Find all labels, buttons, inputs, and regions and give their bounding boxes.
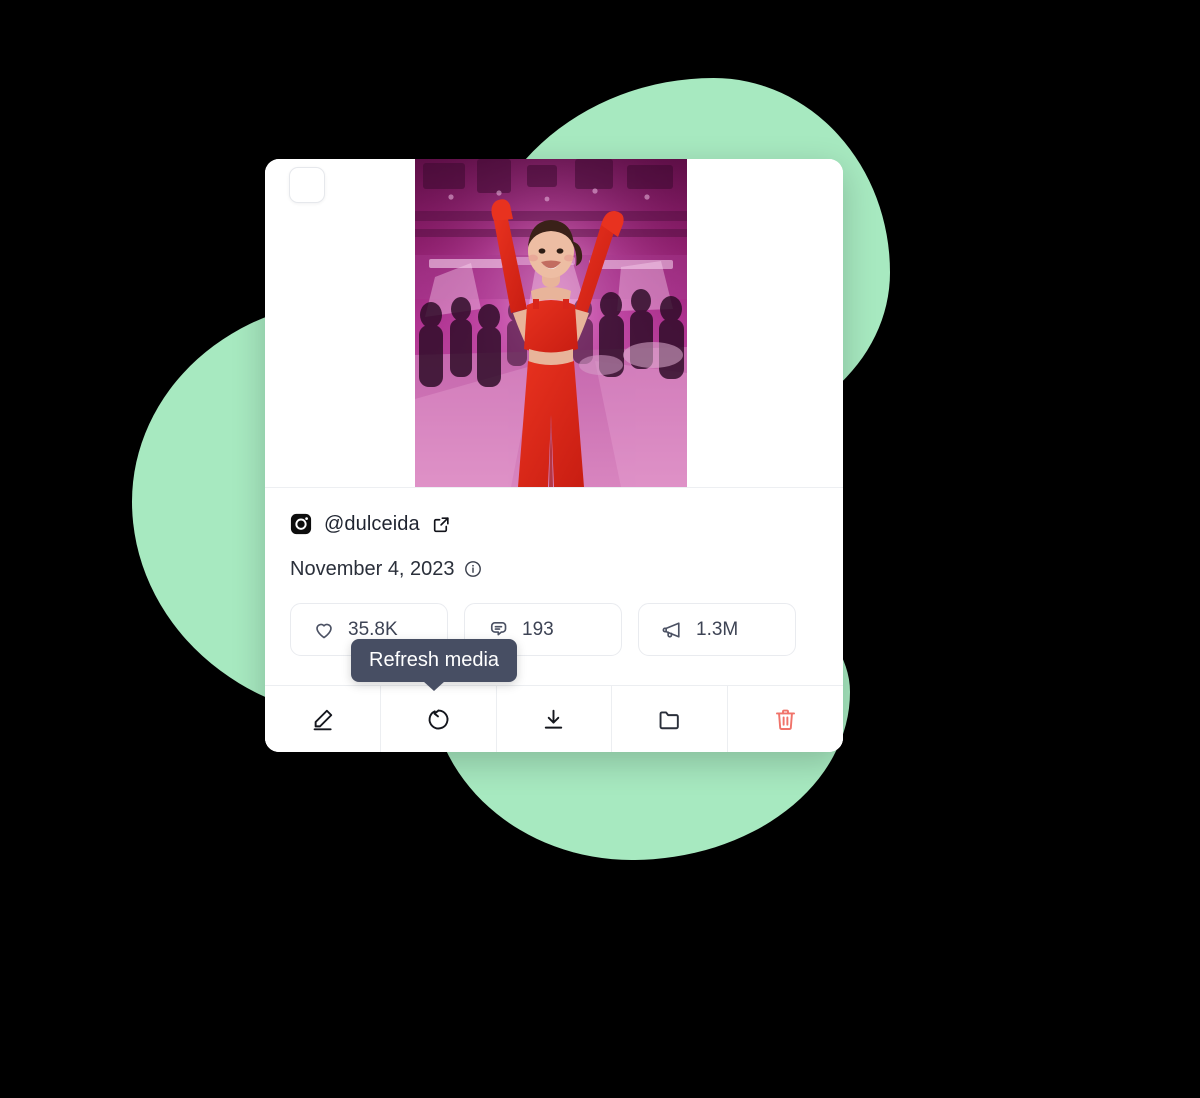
download-icon (545, 709, 563, 729)
select-media-checkbox[interactable] (289, 167, 325, 203)
download-button[interactable] (496, 686, 613, 752)
pencil-icon (313, 709, 333, 730)
delete-button[interactable] (728, 686, 843, 752)
refresh-media-tooltip: Refresh media (351, 639, 518, 682)
post-date: November 4, 2023 (290, 557, 455, 580)
info-circle-icon[interactable] (464, 560, 482, 578)
stat-reach-value: 1.3M (696, 618, 739, 640)
media-preview[interactable] (265, 159, 843, 487)
account-row[interactable]: @dulceida (290, 510, 818, 538)
action-bar (265, 685, 843, 752)
tooltip-text: Refresh media (369, 649, 500, 671)
heart-icon (316, 623, 332, 638)
folder-button[interactable] (612, 686, 729, 752)
stat-likes-value: 35.8K (348, 618, 398, 640)
edit-button[interactable] (265, 686, 381, 752)
refresh-media-button[interactable] (380, 686, 497, 752)
megaphone-icon (662, 621, 680, 638)
refresh-icon (428, 709, 449, 729)
stat-comments-value: 193 (522, 618, 554, 640)
comment-icon (490, 621, 507, 635)
instagram-icon (290, 513, 312, 535)
trash-icon (776, 709, 796, 730)
date-row: November 4, 2023 (290, 556, 818, 582)
account-handle: @dulceida (324, 512, 420, 535)
stat-reach: 1.3M (638, 603, 796, 656)
external-link-icon[interactable] (432, 515, 451, 534)
media-thumbnail-image[interactable] (415, 159, 687, 487)
folder-icon (659, 710, 680, 729)
